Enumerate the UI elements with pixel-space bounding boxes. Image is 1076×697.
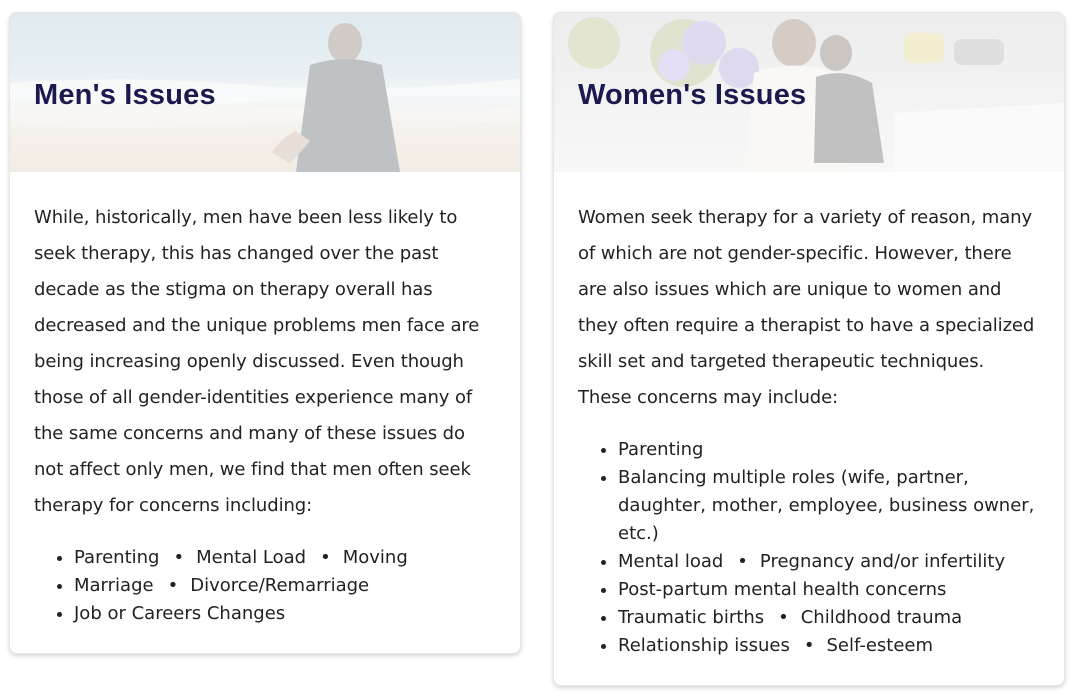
concern-label: Self-esteem [826,635,934,656]
concern-list-item: Balancing multiple roles (wife, partner,… [618,464,1040,548]
concern-list-item: Mental load • Pregnancy and/or infertility [618,548,1040,576]
mens-issues-title: Men's Issues [34,79,216,111]
concern-label: Relationship issues [618,635,790,656]
concern-label: Childhood trauma [800,607,963,628]
concern-label: Divorce/Remarriage [190,575,370,596]
concern-label: Parenting [618,439,704,460]
concern-label: Moving [342,547,408,568]
womens-issues-description: Women seek therapy for a variety of reas… [578,207,1035,408]
womens-issues-title: Women's Issues [578,79,807,111]
concern-label: Parenting [74,547,160,568]
concern-label: Balancing multiple roles (wife, partner,… [618,467,1035,544]
concern-list-item: Job or Careers Changes [74,600,496,628]
mens-issues-card: Men's Issues While, historically, men ha… [9,12,521,654]
bullet-separator: • [737,551,748,572]
concern-list-item: Traumatic births • Childhood trauma [618,604,1040,632]
bullet-separator: • [778,607,789,628]
concern-list-item: Post-partum mental health concerns [618,576,1040,604]
concern-label: Mental Load [196,547,307,568]
concern-list-item: Parenting • Mental Load • Moving [74,544,496,572]
womens-issues-card: Women's Issues Women seek therapy for a … [553,12,1065,686]
womens-issues-header: Women's Issues [554,13,1064,172]
concern-list-item: Parenting [618,436,1040,464]
concern-list-item: Marriage • Divorce/Remarriage [74,572,496,600]
mens-concerns-list: Parenting•Mental Load•MovingMarriage•Div… [34,544,496,628]
concern-label: Marriage [74,575,154,596]
mens-issues-description: While, historically, men have been less … [34,207,480,516]
mens-issues-header: Men's Issues [10,13,520,172]
womens-concerns-list: Parenting Balancing multiple roles (wife,… [578,436,1040,660]
bullet-separator: • [320,547,331,568]
concern-label: Traumatic births [618,607,765,628]
bullet-separator: • [173,547,185,568]
bullet-separator: • [167,575,179,596]
concern-label: Job or Careers Changes [74,603,286,624]
concern-list-item: Relationship issues • Self-esteem [618,632,1040,660]
bullet-separator: • [803,635,815,656]
concern-label: Mental load [618,551,724,572]
concern-label: Pregnancy and/or infertility [759,551,1006,572]
concern-label: Post-partum mental health concerns [618,579,947,600]
